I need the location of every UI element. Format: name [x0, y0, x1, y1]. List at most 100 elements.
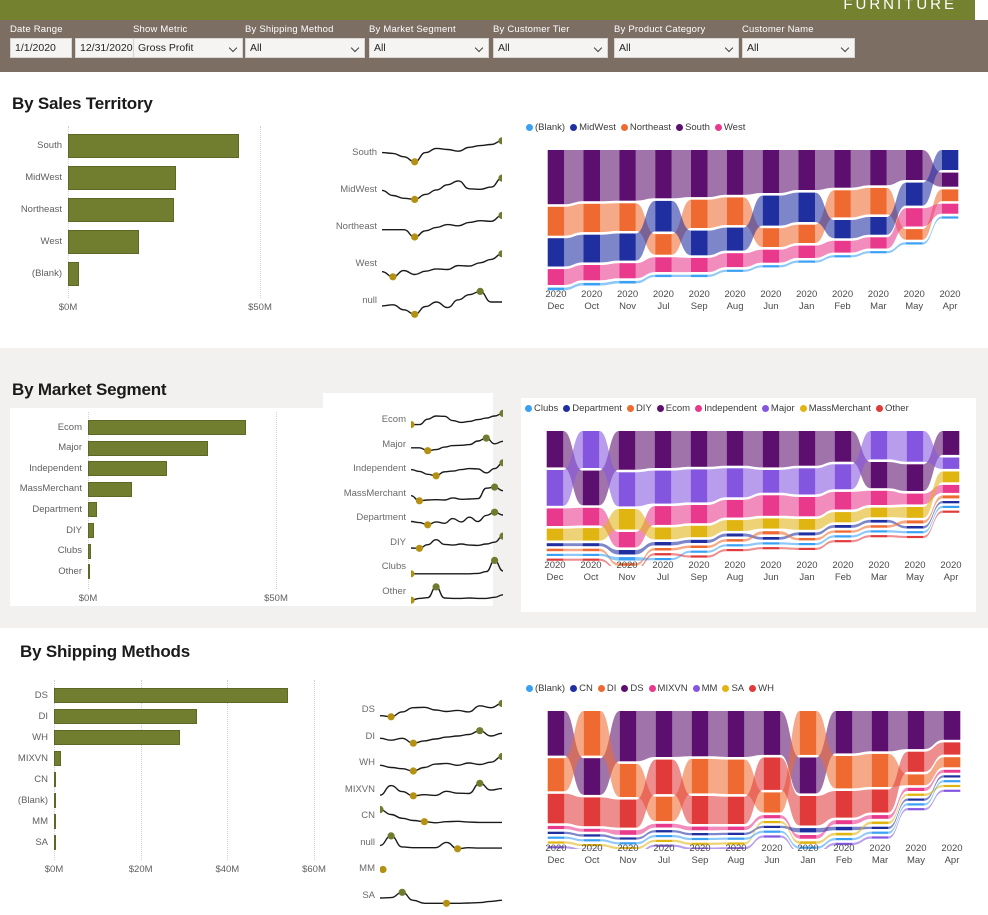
sparkline[interactable] [380, 803, 502, 830]
dropdown-by-shipping-method[interactable]: All [245, 38, 365, 58]
ribbon-chart-market-segment[interactable]: Clubs Department DIY Ecom Independent Major Ma… [521, 403, 976, 609]
bar[interactable] [88, 502, 98, 518]
chevron-down-icon [725, 44, 734, 53]
bar[interactable] [88, 481, 133, 497]
bar[interactable] [68, 262, 80, 286]
sparkline[interactable] [411, 530, 503, 556]
bar-category-label: Department [32, 503, 82, 515]
ribbon-chart-shipping-methods[interactable]: (Blank) CN DI DS MIXVN MM SA WH 2020 Dec 2020 Oct 20… [520, 683, 980, 915]
sparkline[interactable] [380, 856, 502, 883]
sparkline-panel-shipping-methods[interactable]: DS DI WH MIXVN CN null MM SA [320, 686, 505, 908]
bar[interactable] [54, 730, 180, 745]
bar[interactable] [54, 751, 61, 766]
sparkline[interactable] [382, 172, 502, 208]
ribbon-plot[interactable] [521, 403, 977, 566]
date-from-input[interactable]: 1/1/2020 [10, 38, 72, 58]
bar[interactable] [54, 814, 56, 829]
bar[interactable] [54, 793, 56, 808]
date-to-input[interactable]: 12/31/2020 [75, 38, 137, 58]
brand-title: FURNITURE [843, 0, 957, 13]
dropdown-by-customer-tier[interactable]: All [493, 38, 608, 58]
ribbon-plot[interactable] [520, 683, 978, 849]
sparkline-panel-sales-territory[interactable]: South MidWest Northeast West null [320, 127, 510, 322]
dropdown-value: All [374, 42, 386, 54]
bar-category-label: DI [38, 710, 49, 722]
bar[interactable] [88, 420, 246, 435]
bar[interactable] [88, 543, 91, 559]
gridline [54, 680, 55, 860]
axis-tick-label: 2020 Dec [545, 289, 567, 312]
bar-chart-sales-territory[interactable]: South MidWest Northeast West (Blank) $0M $50M [0, 122, 300, 337]
sparkline-label: MM [359, 863, 375, 874]
dropdown-value: All [250, 42, 262, 54]
chevron-down-icon [475, 44, 484, 53]
sparkline[interactable] [380, 882, 502, 909]
bar-category-label: Other [58, 565, 82, 577]
bar[interactable] [88, 564, 90, 580]
ribbon-chart-sales-territory[interactable]: (Blank) MidWest Northeast South West 2020 Dec 2… [520, 122, 980, 346]
sparkline[interactable] [411, 554, 503, 580]
bar[interactable] [88, 523, 95, 538]
sparkline[interactable] [411, 456, 503, 482]
sparkline[interactable] [382, 283, 502, 319]
ribbon-plot[interactable] [520, 122, 976, 295]
bar[interactable] [88, 461, 167, 477]
dropdown-value: All [747, 42, 759, 54]
ribbon-x-axis: 2020 Dec 2020 Oct 2020 Nov 2020 Jul 2020 Sep 2020 A… [537, 560, 969, 584]
bar[interactable] [68, 166, 176, 190]
bar[interactable] [68, 134, 239, 158]
section-title-sales-territory: By Sales Territory [12, 94, 153, 113]
ribbon-x-axis: 2020 Dec 2020 Oct 2020 Nov 2020 Jul 2020 Sep 2020 A… [538, 843, 970, 867]
filter-by-market-segment: By Market Segment All [369, 24, 489, 58]
chevron-down-icon [351, 44, 360, 53]
axis-tick-label: $0M [78, 592, 98, 604]
sparkline[interactable] [411, 407, 503, 433]
filter-by-customer-tier: By Customer Tier All [493, 24, 608, 58]
bar[interactable] [88, 440, 208, 456]
section-title-market-segment: By Market Segment [12, 380, 167, 399]
axis-tick-label: 2020 May [904, 560, 926, 583]
bar[interactable] [54, 835, 56, 850]
sparkline[interactable] [380, 829, 502, 856]
sparkline[interactable] [380, 723, 502, 750]
gridline [260, 126, 261, 298]
axis-tick-label: 2020 May [905, 843, 927, 866]
sparkline-label: null [362, 295, 377, 306]
gridline [88, 412, 89, 589]
axis-tick-label: $0M [58, 302, 78, 313]
dropdown-by-market-segment[interactable]: All [369, 38, 489, 58]
dropdown-show-metric[interactable]: Gross Profit [133, 38, 243, 58]
bar-category-label: West [40, 236, 62, 247]
bar[interactable] [54, 772, 56, 787]
sparkline[interactable] [380, 697, 502, 724]
sparkline-panel-market-segment[interactable]: Ecom Major Independent MassMerchant Departme… [325, 400, 505, 604]
bar[interactable] [54, 688, 288, 703]
sparkline[interactable] [411, 481, 503, 507]
filter-bar: Date Range 1/1/2020 12/31/2020 Show Metric G… [0, 20, 988, 72]
ribbon-x-axis: 2020 Dec 2020 Oct 2020 Nov 2020 Jul 2020 Sep 2020 A… [538, 289, 968, 313]
bar[interactable] [54, 709, 197, 724]
sparkline[interactable] [411, 432, 503, 458]
bar-category-label: Clubs [57, 545, 82, 557]
sparkline[interactable] [411, 579, 503, 605]
dropdown-customer-name[interactable]: All [742, 38, 855, 58]
bar[interactable] [68, 198, 175, 222]
sparkline[interactable] [382, 135, 502, 171]
axis-tick-label: 2020 Apr [941, 843, 963, 866]
axis-tick-label: 2020 Jun [760, 289, 782, 312]
sparkline[interactable] [382, 209, 502, 245]
sparkline[interactable] [411, 505, 503, 531]
filter-by-product-category: By Product Category All [614, 24, 739, 58]
bar-chart-market-segment[interactable]: Ecom Major Independent MassMerchant Departme… [0, 410, 310, 604]
bar[interactable] [68, 230, 139, 254]
bar-category-label: South [37, 140, 62, 151]
sparkline[interactable] [380, 776, 502, 803]
axis-tick-label: $20M [128, 864, 153, 875]
sparkline[interactable] [382, 246, 502, 282]
bar-category-label: SA [35, 836, 48, 848]
sparkline[interactable] [380, 750, 502, 777]
axis-tick-label: 2020 May [903, 289, 925, 312]
bar-chart-shipping-methods[interactable]: DS DI WH MIXVN CN (Blank) MM SA $0M $20M $40M $60M [0, 678, 326, 908]
axis-tick-label: 2020 Dec [545, 843, 567, 866]
dropdown-by-product-category[interactable]: All [614, 38, 739, 58]
